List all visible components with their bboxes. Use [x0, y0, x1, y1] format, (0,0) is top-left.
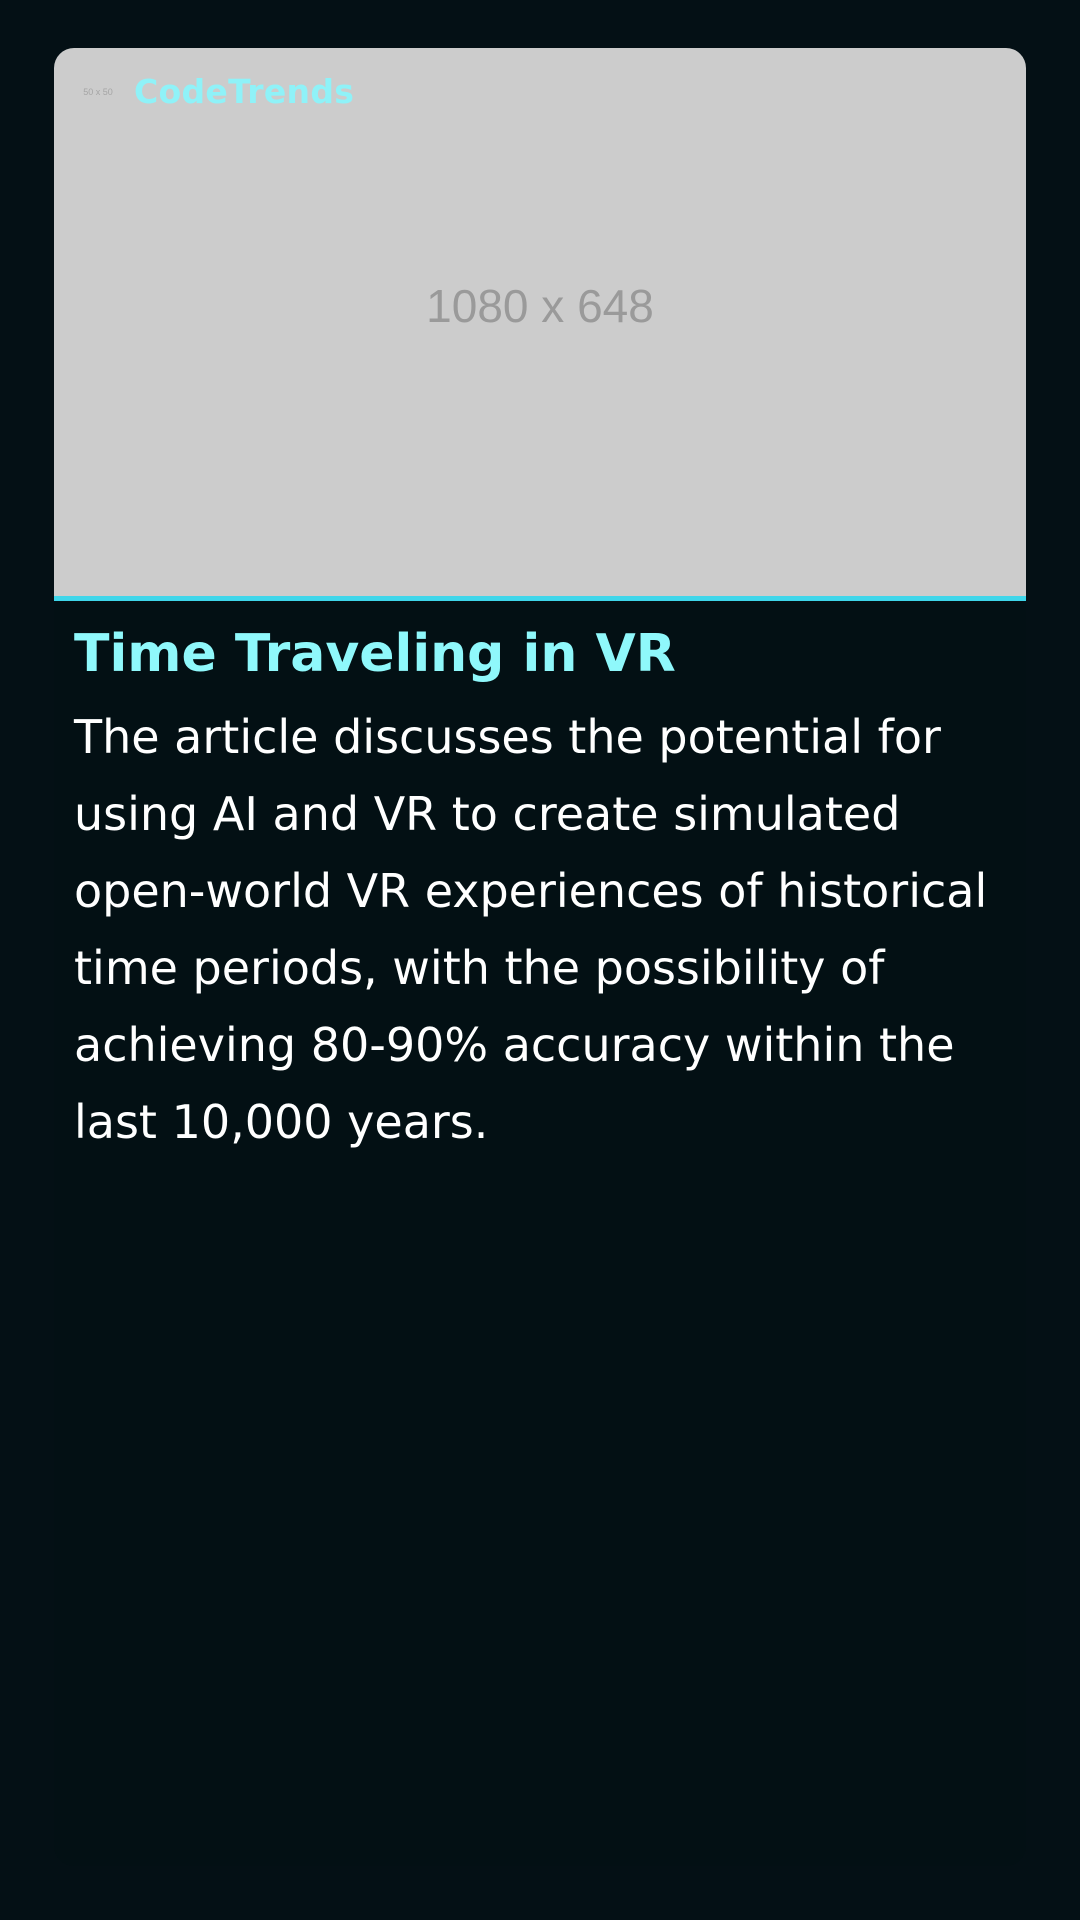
- article-title: Time Traveling in VR: [74, 624, 676, 684]
- article-content: Time Traveling in VR The article discuss…: [54, 601, 1026, 1161]
- hero-image: 1080 x 648 50 x 50 CodeTrends: [54, 48, 1026, 601]
- brand-name: CodeTrends: [134, 72, 355, 111]
- article-card[interactable]: 1080 x 648 50 x 50 CodeTrends Time Trave…: [54, 48, 1026, 1866]
- hero-image-placeholder-label: 1080 x 648: [426, 280, 654, 332]
- brand: 50 x 50 CodeTrends: [80, 72, 354, 111]
- article-summary: The article discusses the potential for …: [74, 710, 988, 1149]
- logo-icon: 50 x 50: [83, 86, 113, 97]
